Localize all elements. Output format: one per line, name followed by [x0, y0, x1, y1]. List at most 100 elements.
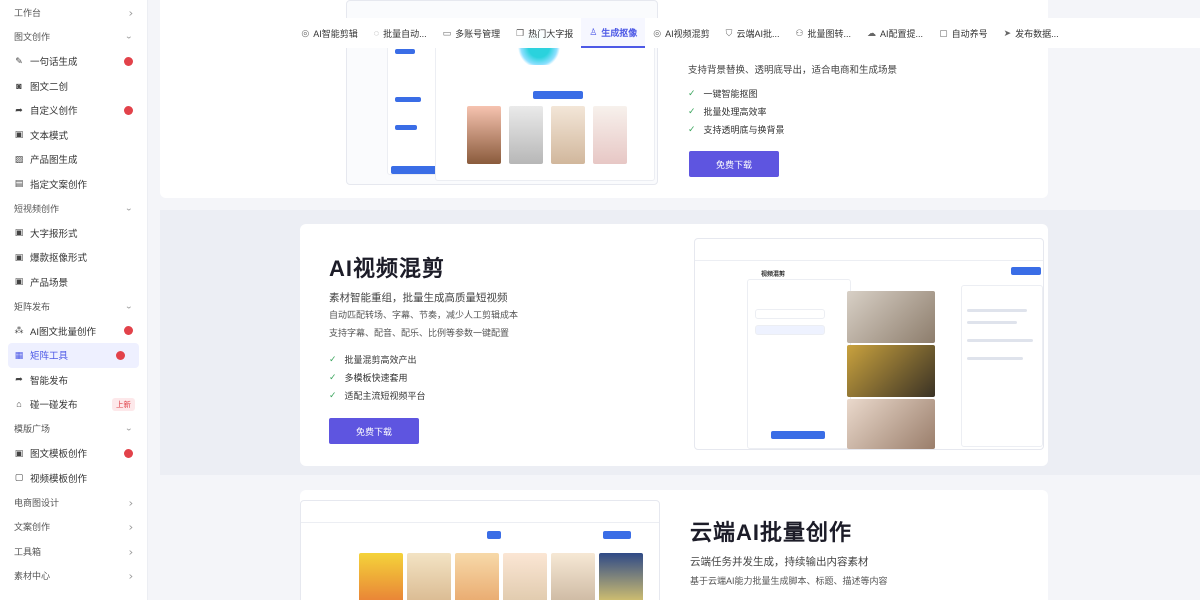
feature-tab-bar: ◎ AI智能剪辑 ◌ 批量自动... ▭ 多账号管理 ❐ 热门大字报 ♙ 生成抠像 ◎ AI视频混剪 ⛉…: [160, 18, 1200, 48]
sidebar-item[interactable]: ▣ 大字报形式: [0, 221, 147, 246]
check-circle-icon: ◎: [653, 27, 662, 38]
feature-tab-label: 发布数据...: [1015, 28, 1059, 39]
doc-icon: ▣: [14, 129, 24, 140]
feature-tab[interactable]: ◎ AI智能剪辑: [293, 18, 365, 48]
sidebar-item-label: 自定义创作: [30, 106, 78, 118]
feature-tab[interactable]: ◌ 批量自动...: [366, 18, 435, 48]
sidebar-item[interactable]: ➦ 自定义创作: [0, 98, 147, 123]
feature-tab-label: 多账号管理: [455, 28, 501, 39]
sidebar-group[interactable]: 素材中心 ›: [0, 564, 147, 589]
sidebar-item-label: 碰一碰发布: [30, 400, 78, 412]
sidebar-group[interactable]: 图文创作 ⌄: [0, 25, 147, 50]
doc-icon: ▣: [14, 227, 24, 238]
sidebar-item[interactable]: ◙ 图文二创: [0, 74, 147, 99]
hot-dot-icon: [116, 350, 125, 360]
feature-tab[interactable]: ❐ 热门大字报: [508, 18, 581, 48]
sidebar-group[interactable]: 工作台 ›: [0, 0, 147, 25]
feature-list-item: ✓ 支持透明底与换背景: [688, 120, 785, 138]
sidebar-item[interactable]: ⌂ 碰一碰发布 上新: [0, 392, 147, 417]
cloud-screenshot: [300, 500, 660, 600]
check-circle-icon: ◎: [301, 27, 310, 38]
doc-icon: ▣: [14, 276, 24, 287]
feature-tab[interactable]: ♙ 生成抠像: [581, 18, 646, 48]
feature-tab[interactable]: ▭ 多账号管理: [435, 18, 509, 48]
check-icon: ✓: [329, 389, 337, 400]
sidebar-item[interactable]: ➦ 智能发布: [0, 368, 147, 393]
video-icon: ▢: [14, 472, 24, 483]
sidebar-group-label: 矩阵发布: [14, 301, 51, 312]
chevron-down-icon: ⌄: [124, 424, 133, 434]
feature-tab[interactable]: ▢ 自动养号: [931, 18, 996, 48]
feature-tab[interactable]: ➤ 发布数据...: [996, 18, 1067, 48]
chevron-right-icon: ›: [128, 569, 133, 582]
grid-icon: ▦: [14, 349, 24, 360]
sidebar-group-label: 短视频创作: [14, 203, 60, 214]
feature-list-text: 支持透明底与换背景: [703, 124, 785, 135]
sidebar-item[interactable]: ▣ 文本模式: [0, 123, 147, 148]
feature-tab-label: 热门大字报: [528, 28, 574, 39]
feature-tab-label: 云端AI批...: [736, 28, 780, 39]
camera-icon: ◙: [16, 80, 22, 91]
sidebar-item[interactable]: ▦ 矩阵工具: [8, 343, 139, 368]
feature-tab-label: 批量图转...: [807, 28, 852, 39]
sidebar-item[interactable]: ⁂ AI图文批量创作: [0, 319, 147, 344]
sidebar-group[interactable]: 短视频创作 ⌄: [0, 196, 147, 221]
sidebar-item-label: 图文二创: [30, 81, 69, 93]
video-mix-desc-line: 自动匹配转场、字幕、节奏，减少人工剪辑成本: [329, 310, 519, 320]
feature-tab-label: 自动养号: [951, 28, 988, 39]
box-icon: ▢: [939, 27, 948, 38]
hot-dot-icon: [124, 326, 133, 336]
sidebar-item-label: 产品图生成: [30, 155, 78, 167]
check-icon: ✓: [688, 105, 696, 116]
sidebar-item[interactable]: ▣ 爆款抠像形式: [0, 245, 147, 270]
chevron-down-icon: ⌄: [124, 301, 133, 311]
sidebar-group[interactable]: 矩阵发布 ⌄: [0, 294, 147, 319]
sidebar-group-label: 文案创作: [14, 522, 51, 533]
feature-tab-label: 批量自动...: [383, 28, 427, 39]
doc-icon: ▣: [14, 251, 24, 262]
share-icon: ➦: [15, 104, 23, 115]
sidebar-item[interactable]: ▨ 产品图生成: [0, 147, 147, 172]
hot-dot-icon: [124, 56, 133, 66]
feature-list-text: 多模板快速套用: [344, 372, 408, 383]
sidebar-group[interactable]: 电商图设计 ›: [0, 490, 147, 515]
feature-list-item: ✓ 批量混剪高效产出: [329, 350, 426, 368]
sidebar-group[interactable]: 工具箱 ›: [0, 539, 147, 564]
sidebar-group[interactable]: 模版广场 ⌄: [0, 417, 147, 442]
shield-icon: ⛉: [725, 27, 733, 38]
home-icon: ⌂: [16, 399, 22, 410]
sidebar-group[interactable]: 文案创作 ›: [0, 515, 147, 540]
sidebar-item[interactable]: ✎ 一句话生成: [0, 49, 147, 74]
feature-card-video-mix: AI视频混剪 素材智能重组，批量生成高质量短视频 自动匹配转场、字幕、节奏，减少…: [300, 224, 1048, 466]
image-icon: ▨: [14, 153, 24, 164]
sidebar-item-label: 大字报形式: [30, 228, 78, 240]
chevron-right-icon: ›: [128, 520, 133, 533]
feature-list-text: 批量混剪高效产出: [344, 354, 417, 365]
sidebar-item[interactable]: ▣ 图文模板创作: [0, 441, 147, 466]
video-mix-desc: 自动匹配转场、字幕、节奏，减少人工剪辑成本 支持字幕、配音、配乐、比例等参数一键…: [329, 306, 518, 342]
pen-icon: ✎: [15, 55, 23, 66]
sidebar-item[interactable]: ▢ 视频模板创作: [0, 466, 147, 491]
sidebar-item[interactable]: ▣ 产品场景: [0, 270, 147, 295]
feature-list-text: 一键智能抠图: [703, 88, 758, 99]
feature-tab-label: AI视频混剪: [665, 28, 710, 39]
feature-tab[interactable]: ⚇ 批量图转...: [787, 18, 859, 48]
feature-tab-label: 生成抠像: [601, 27, 638, 38]
feature-list-item: ✓ 一键智能抠图: [688, 84, 785, 102]
cutout-download-button[interactable]: 免费下载: [689, 151, 779, 177]
feature-tab[interactable]: ☁ AI配置提...: [859, 18, 931, 48]
sidebar-item-label: AI图文批量创作: [30, 326, 96, 338]
feature-tab[interactable]: ◎ AI视频混剪: [645, 18, 717, 48]
sidebar-item-label: 智能发布: [30, 375, 69, 387]
sidebar-item[interactable]: ▤ 指定文案创作: [0, 172, 147, 197]
feature-tab-label: AI智能剪辑: [313, 28, 358, 39]
sidebar-group-label: 模版广场: [14, 424, 51, 435]
hot-dot-icon: [124, 448, 133, 458]
feature-tab[interactable]: ⛉ 云端AI批...: [718, 18, 788, 48]
video-mix-desc-line: 支持字幕、配音、配乐、比例等参数一键配置: [329, 328, 510, 338]
main-content: 支持背景替换、透明底导出，适合电商和生成场景 ✓ 一键智能抠图 ✓ 批量处理高效率 ✓ 支…: [160, 0, 1200, 600]
video-mix-download-button[interactable]: 免费下载: [329, 418, 419, 444]
user-icon: ♙: [589, 26, 598, 37]
sidebar-group-label: 图文创作: [14, 32, 51, 43]
video-mix-feature-list: ✓ 批量混剪高效产出 ✓ 多模板快速套用 ✓ 适配主流短视频平台: [329, 350, 426, 404]
